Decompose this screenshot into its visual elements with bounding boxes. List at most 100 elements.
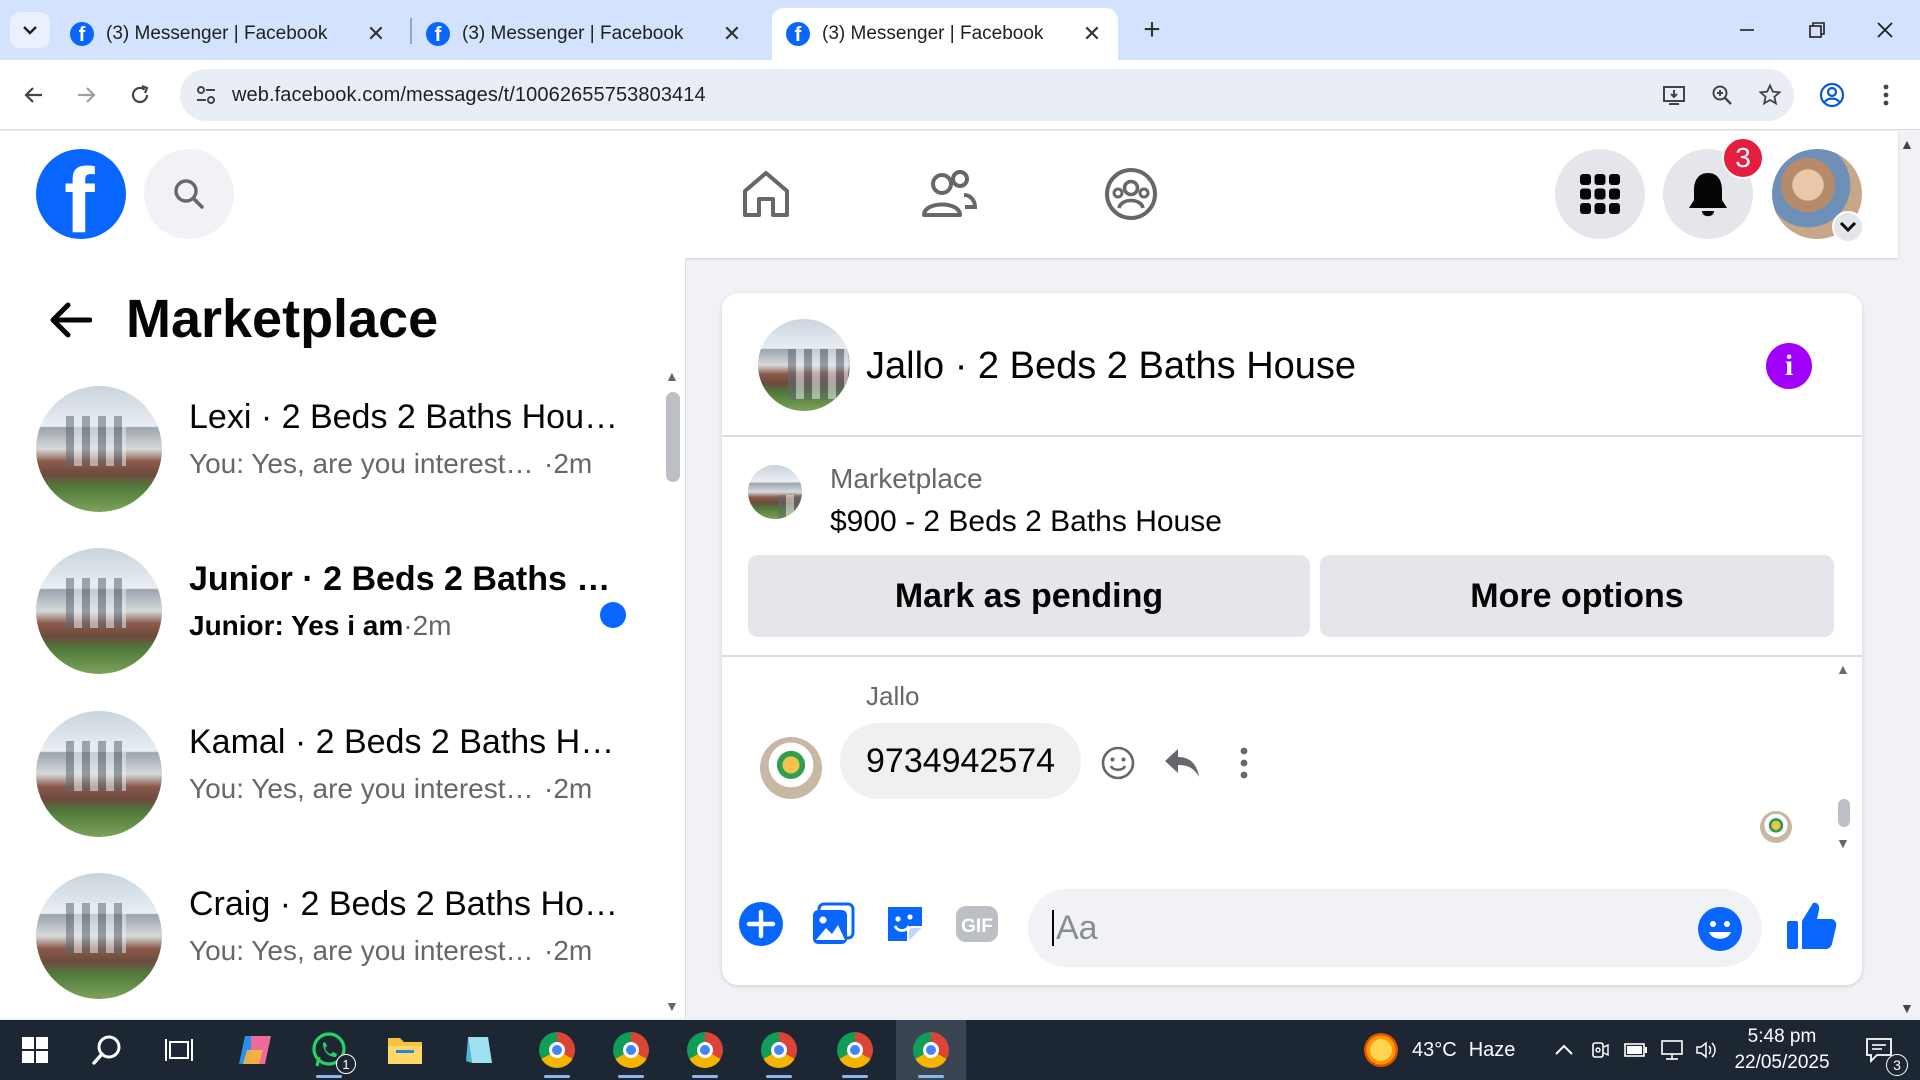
listing-thumbnail[interactable]	[758, 319, 850, 411]
search-button[interactable]	[144, 149, 234, 239]
separator: ·	[544, 448, 554, 479]
mark-as-pending-button[interactable]: Mark as pending	[748, 555, 1310, 637]
taskbar-copilot[interactable]	[220, 1020, 290, 1080]
forward-button[interactable]	[66, 75, 106, 115]
bookmark-button[interactable]	[1746, 75, 1794, 115]
arrow-right-icon	[78, 87, 96, 103]
read-receipt-avatar	[1760, 811, 1792, 843]
thumbs-up-icon[interactable]	[1784, 899, 1838, 953]
windows-icon	[22, 1037, 48, 1063]
more-options-button[interactable]: More options	[1320, 555, 1834, 637]
listing-category: Marketplace	[830, 463, 983, 494]
account-menu-button[interactable]	[1832, 211, 1864, 243]
close-icon	[1877, 22, 1893, 38]
tray-meet-now[interactable]	[1584, 1020, 1616, 1080]
profile-button[interactable]	[1812, 75, 1852, 115]
task-view-icon	[165, 1039, 193, 1061]
conversation-item[interactable]: Craig · 2 Beds 2 Baths House You: Yes, a…	[24, 863, 664, 1013]
message-input[interactable]: Aa	[1028, 889, 1762, 967]
search-icon	[174, 179, 204, 209]
taskbar-chrome[interactable]	[744, 1020, 814, 1080]
nav-groups[interactable]	[1096, 159, 1166, 229]
browser-tab-active[interactable]: f (3) Messenger | Facebook ✕	[772, 8, 1118, 60]
preview-text: You: Yes, are you interested?	[189, 448, 544, 479]
browser-menu-button[interactable]	[1866, 75, 1906, 115]
taskbar-notes-app[interactable]	[444, 1020, 514, 1080]
taskbar-chrome[interactable]	[670, 1020, 740, 1080]
facebook-favicon-icon: f	[70, 22, 94, 46]
start-button[interactable]	[0, 1020, 70, 1080]
page-scroll-up-icon[interactable]: ▲	[1900, 136, 1914, 152]
task-view-button[interactable]	[144, 1020, 214, 1080]
page-scroll-down-icon[interactable]: ▼	[1900, 1000, 1914, 1016]
weather-sun-icon	[1364, 1033, 1398, 1067]
install-app-button[interactable]	[1650, 75, 1698, 115]
tray-overflow-button[interactable]	[1548, 1020, 1580, 1080]
emoji-icon[interactable]	[1696, 905, 1744, 953]
scroll-up-icon[interactable]: ▲	[665, 368, 679, 384]
taskbar-file-explorer[interactable]	[370, 1020, 440, 1080]
notification-center-count: 3	[1886, 1054, 1908, 1076]
more-actions-button[interactable]	[1222, 741, 1266, 785]
scrollbar-thumb[interactable]	[666, 392, 680, 482]
close-icon[interactable]: ✕	[364, 21, 388, 46]
address-bar[interactable]: web.facebook.com/messages/t/100626557538…	[180, 69, 1794, 121]
listing-price-title[interactable]: $900 - 2 Beds 2 Baths House	[830, 505, 1222, 539]
react-button[interactable]	[1096, 741, 1140, 785]
tray-battery[interactable]	[1620, 1020, 1652, 1080]
tray-volume[interactable]	[1690, 1020, 1722, 1080]
tab-search-button[interactable]	[10, 12, 50, 48]
gif-label: GIF	[961, 916, 993, 937]
back-button[interactable]	[44, 294, 96, 346]
message-sender: Jallo	[866, 681, 920, 711]
taskbar-chrome[interactable]	[522, 1020, 592, 1080]
message-bubble[interactable]: 9734942574	[840, 723, 1082, 799]
scrollbar-thumb[interactable]	[1838, 799, 1850, 827]
message-thread: Jallo 9734942574 ▲ ▼	[722, 659, 1862, 869]
browser-tab[interactable]: f (3) Messenger | Facebook ✕	[412, 8, 758, 60]
chevron-down-icon	[23, 26, 37, 35]
attach-media-button[interactable]	[808, 899, 858, 949]
facebook-logo[interactable]: f	[36, 149, 126, 239]
scroll-down-icon[interactable]: ▼	[1836, 835, 1850, 851]
notes-icon	[466, 1037, 492, 1063]
sender-avatar[interactable]	[760, 737, 822, 799]
taskbar-chrome[interactable]	[596, 1020, 666, 1080]
close-icon[interactable]: ✕	[720, 21, 744, 46]
menu-button[interactable]	[1555, 149, 1645, 239]
restore-button[interactable]	[1782, 0, 1852, 60]
weather-widget[interactable]: 43°C Haze	[1364, 1020, 1515, 1080]
browser-tab[interactable]: f (3) Messenger | Facebook ✕	[56, 8, 402, 60]
tab-title: (3) Messenger | Facebook	[822, 23, 1044, 44]
back-button[interactable]	[14, 75, 54, 115]
taskbar-chrome[interactable]	[820, 1020, 890, 1080]
gif-button[interactable]: GIF	[952, 899, 1002, 949]
sticker-button[interactable]	[880, 899, 930, 949]
nav-home[interactable]	[731, 159, 801, 229]
chat-title[interactable]: Jallo · 2 Beds 2 Baths House	[866, 345, 1356, 388]
taskbar-search-button[interactable]	[72, 1020, 142, 1080]
reload-button[interactable]	[120, 75, 160, 115]
minimize-button[interactable]	[1712, 0, 1782, 60]
new-tab-button[interactable]: +	[1133, 12, 1171, 48]
scroll-down-icon[interactable]: ▼	[665, 998, 679, 1014]
site-settings-button[interactable]	[180, 84, 232, 106]
conversation-item[interactable]: Junior · 2 Beds 2 Baths House Junior: Ye…	[24, 538, 664, 688]
tray-network[interactable]	[1656, 1020, 1688, 1080]
window-close-button[interactable]	[1850, 0, 1920, 60]
scroll-up-icon[interactable]: ▲	[1836, 661, 1850, 677]
more-actions-plus-button[interactable]	[736, 899, 786, 949]
chrome-icon	[837, 1032, 873, 1068]
taskbar-clock[interactable]: 5:48 pm 22/05/2025	[1722, 1024, 1842, 1076]
close-icon[interactable]: ✕	[1080, 21, 1104, 46]
reply-button[interactable]	[1160, 741, 1204, 785]
conversation-item[interactable]: Lexi · 2 Beds 2 Baths House You: Yes, ar…	[24, 376, 664, 526]
tab-title: (3) Messenger | Facebook	[106, 23, 328, 44]
nav-friends[interactable]	[914, 159, 984, 229]
zoom-button[interactable]	[1698, 75, 1746, 115]
url-text[interactable]: web.facebook.com/messages/t/100626557538…	[232, 84, 1650, 107]
taskbar-whatsapp[interactable]: 1	[294, 1020, 364, 1080]
conversation-item[interactable]: Kamal · 2 Beds 2 Baths House You: Yes, a…	[24, 701, 664, 851]
conversation-info-button[interactable]: i	[1766, 343, 1812, 389]
taskbar-chrome-active[interactable]	[896, 1020, 966, 1080]
